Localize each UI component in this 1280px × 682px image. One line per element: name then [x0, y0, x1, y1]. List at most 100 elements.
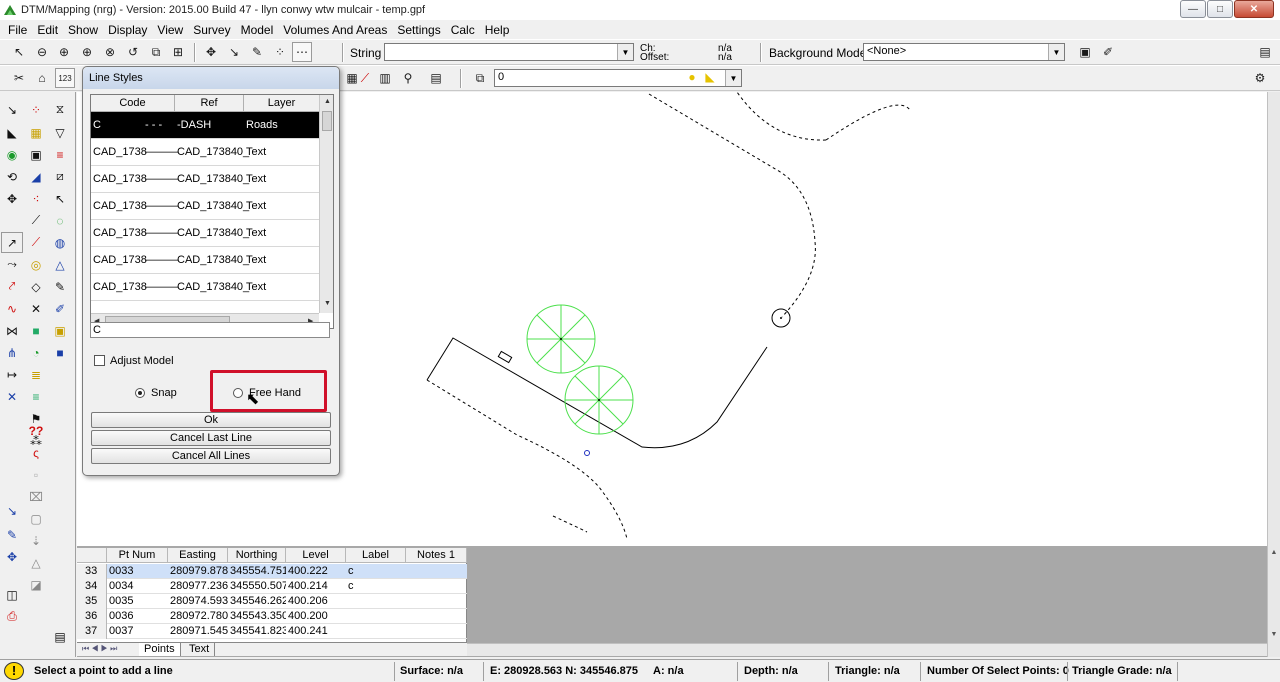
string-move-icon[interactable]: ✥ — [1, 546, 23, 567]
pin-icon[interactable]: ⚲ — [398, 68, 418, 88]
offset-line-icon[interactable]: ⤳ — [1, 254, 23, 275]
fill-icon[interactable]: ◢ — [25, 166, 47, 187]
table-icon[interactable]: ▥ — [375, 68, 395, 88]
cancel-last-line-button[interactable]: Cancel Last Line — [91, 430, 331, 446]
zoom-extents-icon[interactable]: ⊗ — [100, 42, 120, 62]
edit-points-icon[interactable]: ✎ — [247, 42, 267, 62]
menu-calc[interactable]: Calc — [446, 23, 480, 37]
snap-radio[interactable] — [135, 388, 145, 398]
panel-gray-icon[interactable]: ◪ — [25, 574, 47, 595]
yellow-box-icon[interactable]: ▣ — [49, 320, 71, 341]
profile-icon[interactable]: △ — [49, 254, 71, 275]
print-icon[interactable]: ⎙ — [1, 606, 23, 627]
column-header-code[interactable]: Code — [91, 95, 175, 112]
minimize-button[interactable]: — — [1180, 0, 1206, 18]
menu-model[interactable]: Model — [236, 23, 279, 37]
layers-green-icon[interactable]: ≡ — [25, 386, 47, 407]
scroll-up-icon[interactable]: ▲ — [324, 98, 331, 105]
select-points-icon[interactable]: ↘ — [224, 42, 244, 62]
tab-points[interactable]: Points — [139, 643, 181, 656]
box-gray-icon[interactable]: ▢ — [25, 508, 47, 529]
zoom-in-icon[interactable]: ⊕ — [54, 42, 74, 62]
paint-icon[interactable]: ◣ — [1, 122, 23, 143]
menu-survey[interactable]: Survey — [188, 23, 235, 37]
pen-edit-icon[interactable]: ✐ — [1098, 42, 1118, 62]
zoom-previous-icon[interactable]: ↺ — [123, 42, 143, 62]
code-input[interactable]: C — [90, 322, 330, 338]
window-icon[interactable]: ◫ — [1, 584, 23, 605]
triangle-select-icon[interactable]: ▽ — [49, 122, 71, 143]
grid-yellow-icon[interactable]: ▦ — [25, 122, 47, 143]
curve-icon[interactable]: ◌ — [49, 210, 71, 231]
ok-button[interactable]: Ok — [91, 412, 331, 428]
cross-icon[interactable]: ✕ — [25, 298, 47, 319]
intersect-icon[interactable]: ✕ — [1, 386, 23, 407]
column-header-layer[interactable]: Layer — [244, 95, 319, 112]
table-row[interactable]: 35 0035 280974.593 345546.262 400.206 — [77, 594, 467, 609]
hill-icon[interactable]: ◉ — [1, 144, 23, 165]
tin-icon[interactable]: ⧖ — [49, 99, 71, 120]
chevron-down-icon[interactable]: ▼ — [617, 44, 633, 60]
scroll-thumb[interactable] — [322, 111, 332, 131]
ruler-icon[interactable]: ≡ — [49, 144, 71, 165]
contour-icon[interactable]: ◎ — [25, 254, 47, 275]
scroll-up-icon[interactable]: ▲ — [1268, 546, 1280, 558]
pointer-gray-icon[interactable]: ⇣ — [25, 530, 47, 551]
table-row[interactable]: 34 0034 280977.236 345550.507 400.214 c — [77, 579, 467, 594]
scroll-down-icon[interactable]: ▼ — [1268, 628, 1280, 640]
rotate-icon[interactable]: ⟲ — [1, 166, 23, 187]
line-style-row[interactable]: CAD_1738 ——— CAD_173840_ Text — [91, 139, 319, 166]
menu-volumes-and-areas[interactable]: Volumes And Areas — [278, 23, 392, 37]
image-icon[interactable]: ▣ — [1075, 42, 1095, 62]
line-style-row[interactable]: CAD_1738 ——— CAD_173840_ Text — [91, 166, 319, 193]
menu-show[interactable]: Show — [63, 23, 103, 37]
list-yellow-icon[interactable]: ≣ — [25, 364, 47, 385]
menu-file[interactable]: File — [3, 23, 32, 37]
string-combo[interactable]: ▼ — [384, 43, 634, 61]
canvas-vertical-scrollbar[interactable]: ▲ ▼ — [1267, 92, 1280, 657]
map-icon[interactable]: ■ — [25, 320, 47, 341]
column-header-notes-1[interactable]: Notes 1 — [406, 548, 467, 563]
menu-help[interactable]: Help — [480, 23, 515, 37]
panel-toggle-icon[interactable]: ▤ — [1255, 42, 1275, 62]
adjust-model-checkbox[interactable] — [94, 355, 105, 366]
triangle-gray-icon[interactable]: △ — [25, 552, 47, 573]
tab-text[interactable]: Text — [184, 643, 216, 656]
menu-display[interactable]: Display — [103, 23, 152, 37]
tab-nav-arrows-icon[interactable]: ⏮ ◀ ▶ ⏭ — [77, 643, 122, 656]
counter-icon[interactable]: 123 — [55, 68, 75, 88]
eraser-icon[interactable]: ⌧ — [25, 486, 47, 507]
table-row[interactable]: 37 0037 280971.545 345541.823 400.241 — [77, 624, 467, 639]
string-edit-icon[interactable]: ✎ — [1, 524, 23, 545]
brush-icon[interactable]: ✐ — [49, 298, 71, 319]
break-line-icon[interactable]: ⤤ — [1, 276, 23, 297]
list-icon[interactable]: ▤ — [426, 68, 446, 88]
move-icon[interactable]: ✥ — [1, 188, 23, 209]
move-points-icon[interactable]: ✥ — [201, 42, 221, 62]
menu-settings[interactable]: Settings — [392, 23, 445, 37]
arc-icon[interactable]: ◍ — [49, 232, 71, 253]
select-arrow-icon[interactable]: ↖ — [9, 42, 29, 62]
select-arrow-icon[interactable]: ↘ — [1, 99, 23, 120]
chevron-down-icon[interactable]: ▼ — [725, 70, 741, 86]
background-model-combo[interactable]: <None> ▼ — [863, 43, 1065, 61]
string-tool-icon[interactable]: ⋯ — [292, 42, 312, 62]
draw-line-icon[interactable]: ↗ — [1, 232, 23, 253]
section-icon[interactable]: ⋔ — [1, 342, 23, 363]
column-header-pt-num[interactable]: Pt Num — [107, 548, 168, 563]
green-tool-icon[interactable]: ◔ — [25, 342, 47, 363]
table-row[interactable]: 33 0033 280979.878 345554.751 400.222 c — [77, 564, 467, 579]
column-header-label[interactable]: Label — [346, 548, 406, 563]
table-row[interactable]: 36 0036 280972.780 345543.350 400.200 — [77, 609, 467, 624]
zoom-window-icon[interactable]: ⊕ — [77, 42, 97, 62]
triangle-icon[interactable]: ◣ — [700, 67, 720, 87]
join-icon[interactable]: ⋈ — [1, 320, 23, 341]
chevron-down-icon[interactable]: ▼ — [1048, 44, 1064, 60]
zoom-out-icon[interactable]: ⊖ — [32, 42, 52, 62]
scroll-down-icon[interactable]: ▼ — [324, 300, 331, 307]
edit-icon[interactable]: ✎ — [49, 276, 71, 297]
camera-icon[interactable]: ⌂ — [32, 68, 52, 88]
curl-icon[interactable]: ς — [25, 442, 47, 463]
settings-icon[interactable]: ⚙ — [1250, 68, 1270, 88]
diag-icon[interactable]: ⧄ — [49, 166, 71, 187]
